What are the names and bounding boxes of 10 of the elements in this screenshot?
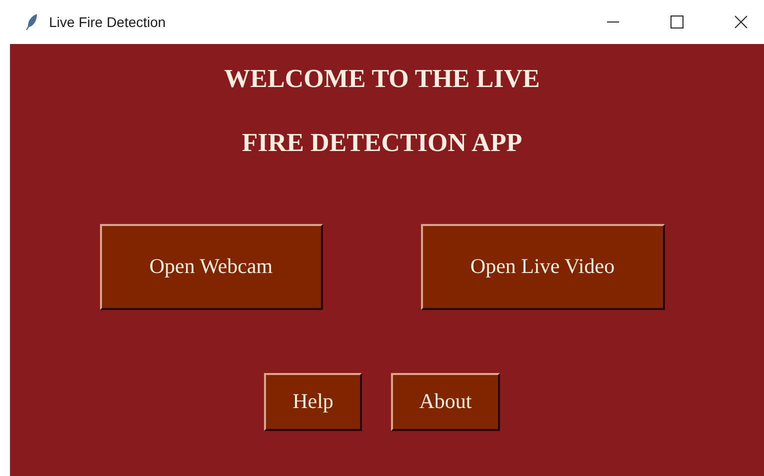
heading: WELCOME TO THE LIVE (224, 63, 540, 95)
heading: FIRE DETECTION APP (242, 127, 522, 159)
window-title: Live Fire Detection (49, 12, 166, 32)
main-button[interactable]: Open Webcam (100, 224, 322, 310)
close-icon[interactable] (734, 15, 748, 29)
small-button[interactable]: Help (264, 373, 362, 431)
feather-icon (25, 13, 39, 31)
maximize-icon[interactable] (670, 15, 684, 29)
small-button[interactable]: About (391, 373, 500, 431)
main-button[interactable]: Open Live Video (420, 224, 664, 310)
